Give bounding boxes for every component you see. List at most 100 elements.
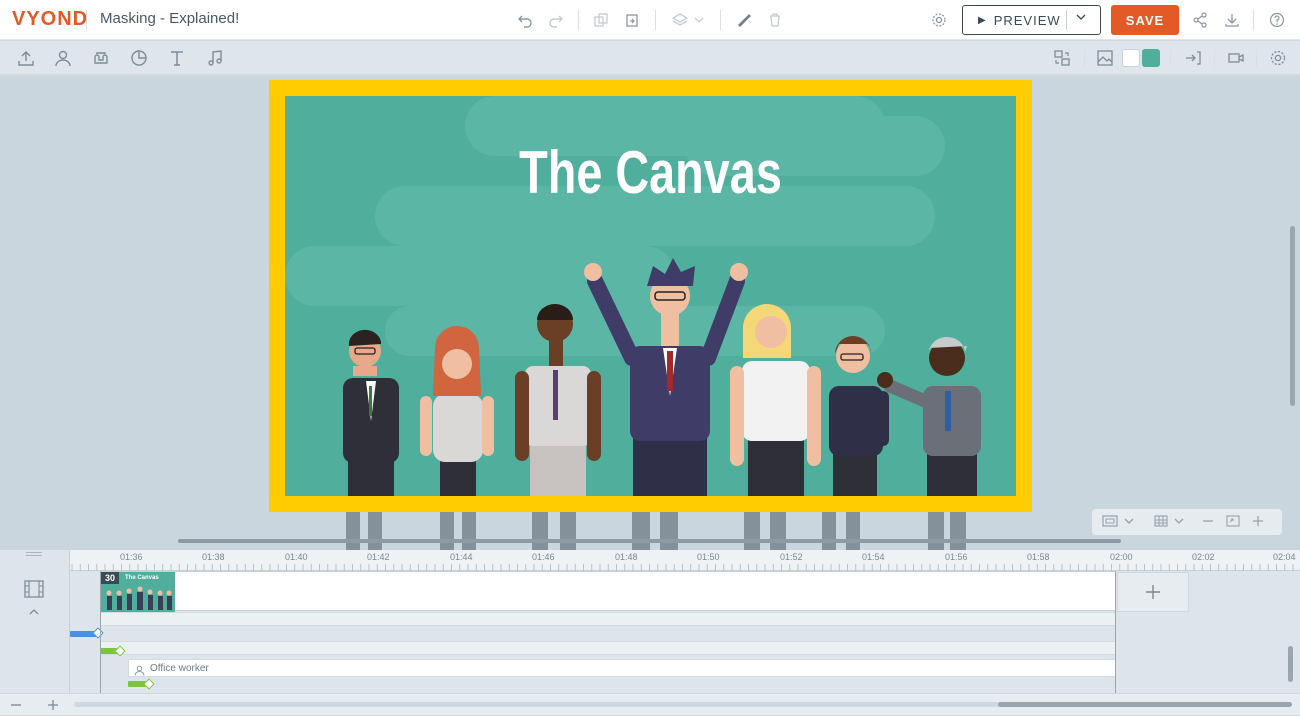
timeline: 01:36 01:38 01:40 01:42 01:44 01:46 01:4… [0,550,1300,715]
play-icon: ▶ [978,14,986,26]
help-icon[interactable] [1267,10,1287,30]
character-6 [829,336,889,496]
chevron-down-icon[interactable] [1076,12,1086,25]
timeline-scrollbar-horizontal[interactable] [998,702,1292,707]
tick-label: 01:56 [945,552,968,562]
tick-label: 01:40 [285,552,308,562]
paste-icon[interactable] [622,10,642,30]
fit-frame-icon[interactable] [1102,514,1118,530]
zoom-in-icon[interactable] [47,698,59,716]
props-icon[interactable] [90,47,112,69]
settings-icon[interactable] [929,10,949,30]
track-row [100,612,1116,626]
zoom-out-icon[interactable] [1202,515,1214,530]
character-1 [343,329,399,496]
timeline-scrollbar-vertical[interactable] [1288,646,1293,682]
fullscreen-icon[interactable] [1226,514,1240,530]
project-title[interactable]: Masking - Explained! [100,10,239,27]
character-5 [730,304,821,496]
divider [1066,10,1067,30]
divider [578,10,579,30]
track-row [100,641,1116,655]
add-scene-button[interactable] [1117,572,1189,612]
text-icon[interactable] [166,47,188,69]
camera-icon[interactable] [1225,47,1247,69]
redo-icon[interactable] [546,10,566,30]
office-worker-track[interactable]: Office worker [128,659,1116,677]
canvas-scrollbar-vertical[interactable] [1290,226,1295,406]
background-image-icon[interactable] [1094,47,1116,69]
save-button[interactable]: SAVE [1111,5,1179,35]
chart-icon[interactable] [128,47,150,69]
scene-canvas[interactable]: The Canvas [285,96,1016,496]
enter-icon[interactable] [1182,47,1204,69]
top-bar: VYOND Masking - Explained! ▶ PREVIEW SAV… [0,0,1300,40]
tick-label: 02:02 [1192,552,1215,562]
tick-label: 01:42 [367,552,390,562]
character-2 [420,326,494,496]
divider [1084,49,1085,67]
layers-icon[interactable] [670,10,690,30]
chevron-up-icon[interactable] [29,604,39,622]
asset-toolbar [0,41,1300,75]
person-icon [134,663,145,681]
film-icon[interactable] [24,580,44,603]
preview-button[interactable]: ▶ PREVIEW [962,5,1101,35]
tick-label: 01:48 [615,552,638,562]
swatch-primary[interactable] [1122,49,1140,67]
chevron-down-icon[interactable] [1174,515,1184,529]
canvas-scrollbar-horizontal[interactable] [178,539,1121,543]
upload-icon[interactable] [15,47,37,69]
tick-label: 02:04 [1273,552,1296,562]
divider [1214,49,1215,67]
brush-icon[interactable] [734,10,754,30]
trash-icon[interactable] [765,10,785,30]
zoom-controls [1092,509,1282,535]
share-icon[interactable] [1190,10,1210,30]
tick-label: 01:36 [120,552,143,562]
preview-label: PREVIEW [993,12,1061,28]
resize-handle[interactable] [26,552,42,556]
canvas-stage: The Canvas [0,76,1300,550]
divider [1170,49,1171,67]
character-3 [515,304,601,496]
character-4 [584,258,748,496]
scene-track[interactable]: 30 The Canvas [100,571,1116,612]
time-ruler[interactable]: 01:36 01:38 01:40 01:42 01:44 01:46 01:4… [70,550,1300,571]
chevron-down-icon[interactable] [1124,515,1134,529]
tick-label: 01:44 [450,552,473,562]
tick-label: 01:46 [532,552,555,562]
character-icon[interactable] [52,47,74,69]
scene-settings-icon[interactable] [1267,47,1289,69]
music-icon[interactable] [204,47,226,69]
scene-boundary [100,571,101,693]
chevron-down-icon[interactable] [689,10,709,30]
tick-label: 02:00 [1110,552,1133,562]
timeline-sidebar [0,550,70,715]
download-icon[interactable] [1222,10,1242,30]
tick-label: 01:38 [202,552,225,562]
vyond-logo[interactable]: VYOND [12,8,88,31]
timeline-footer [0,693,1300,715]
characters-group[interactable] [285,96,1016,496]
grid-icon[interactable] [1154,514,1168,530]
divider [720,10,721,30]
divider [86,10,87,30]
undo-icon[interactable] [515,10,535,30]
tick-label: 01:50 [697,552,720,562]
tick-label: 01:54 [862,552,885,562]
track-label: Office worker [150,663,209,674]
scene-thumbnail[interactable]: 30 The Canvas [101,572,175,612]
swatch-secondary[interactable] [1142,49,1160,67]
character-7 [877,336,981,496]
tick-label: 01:52 [780,552,803,562]
zoom-out-icon[interactable] [10,698,22,716]
thumb-characters [106,586,172,610]
scene-boundary [1115,571,1116,693]
divider [655,10,656,30]
tick-label: 01:58 [1027,552,1050,562]
zoom-in-icon[interactable] [1252,515,1264,530]
swap-layout-icon[interactable] [1051,47,1073,69]
yellow-frame[interactable]: The Canvas [269,80,1032,512]
copy-icon[interactable] [591,10,611,30]
